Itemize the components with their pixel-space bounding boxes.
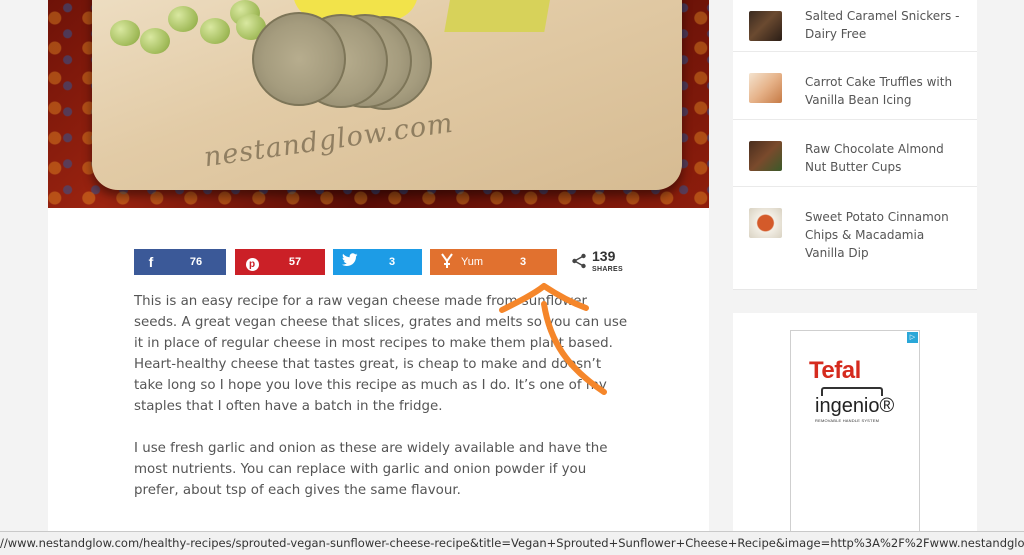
recipe-title-link[interactable]: Carrot Cake Truffles with Vanilla Bean I… (805, 73, 965, 109)
pinterest-icon: p (244, 253, 260, 271)
article-body: This is an easy recipe for a raw vegan c… (134, 291, 629, 522)
advertisement[interactable]: ▷ Tefal ingenio® REMOVABLE HANDLE SYSTEM (790, 330, 920, 555)
yummly-icon (439, 253, 455, 271)
facebook-share-count: 76 (189, 256, 203, 268)
recipe-title-link[interactable]: Salted Caramel Snickers - Dairy Free (805, 7, 965, 43)
related-recipe-item[interactable]: Carrot Cake Truffles with Vanilla Bean I… (733, 53, 977, 120)
article-card: nestandglow.com f 76 p 57 3 Yum 3 139 SH… (48, 0, 709, 555)
pinterest-share-count: 57 (288, 256, 302, 268)
grape (168, 6, 198, 32)
facebook-icon: f (148, 254, 154, 270)
facebook-share-button[interactable]: f 76 (134, 249, 226, 275)
article-paragraph: I use fresh garlic and onion as these ar… (134, 441, 608, 498)
yummly-share-button[interactable]: Yum 3 (430, 249, 557, 275)
ad-panel: ▷ Tefal ingenio® REMOVABLE HANDLE SYSTEM (733, 313, 977, 555)
related-recipes-list: Salted Caramel Snickers - Dairy Free Car… (733, 0, 977, 290)
ad-choices-icon[interactable]: ▷ (907, 332, 918, 343)
share-icon (572, 253, 586, 269)
recipe-thumbnail (749, 141, 782, 171)
related-recipe-item[interactable]: Salted Caramel Snickers - Dairy Free (733, 0, 977, 52)
related-recipe-item[interactable]: Sweet Potato Cinnamon Chips & Macadamia … (733, 188, 977, 289)
grape (110, 20, 140, 46)
recipe-title-link[interactable]: Raw Chocolate Almond Nut Butter Cups (805, 140, 965, 176)
recipe-thumbnail (749, 11, 782, 41)
total-share-count: 139 (592, 248, 616, 264)
twitter-share-button[interactable]: 3 (333, 249, 422, 275)
share-bar: f 76 p 57 3 Yum 3 139 SHARES (134, 248, 634, 275)
related-recipe-item[interactable]: Raw Chocolate Almond Nut Butter Cups (733, 121, 977, 187)
total-share-label: SHARES (592, 266, 623, 273)
pinterest-share-button[interactable]: p 57 (235, 249, 325, 275)
total-shares: 139 SHARES (566, 248, 626, 275)
cracker (252, 12, 346, 106)
browser-status-bar: //www.nestandglow.com/healthy-recipes/sp… (0, 531, 1024, 555)
twitter-share-count: 3 (388, 256, 396, 268)
yummly-label: Yum (461, 256, 484, 268)
ad-brand-logo: Tefal (809, 357, 861, 384)
recipe-title-link[interactable]: Sweet Potato Cinnamon Chips & Macadamia … (805, 208, 965, 262)
grape (200, 18, 230, 44)
grape (140, 28, 170, 54)
ad-product-name: ingenio® (815, 395, 895, 417)
cheese-block-green (444, 0, 552, 32)
ad-tagline: REMOVABLE HANDLE SYSTEM (815, 418, 880, 423)
hero-photo: nestandglow.com (48, 0, 709, 208)
twitter-icon (342, 253, 358, 271)
article-paragraph: This is an easy recipe for a raw vegan c… (134, 294, 628, 414)
status-url: //www.nestandglow.com/healthy-recipes/sp… (0, 536, 1024, 550)
recipe-thumbnail (749, 73, 782, 103)
yummly-share-count: 3 (519, 256, 527, 268)
recipe-thumbnail (749, 208, 782, 238)
